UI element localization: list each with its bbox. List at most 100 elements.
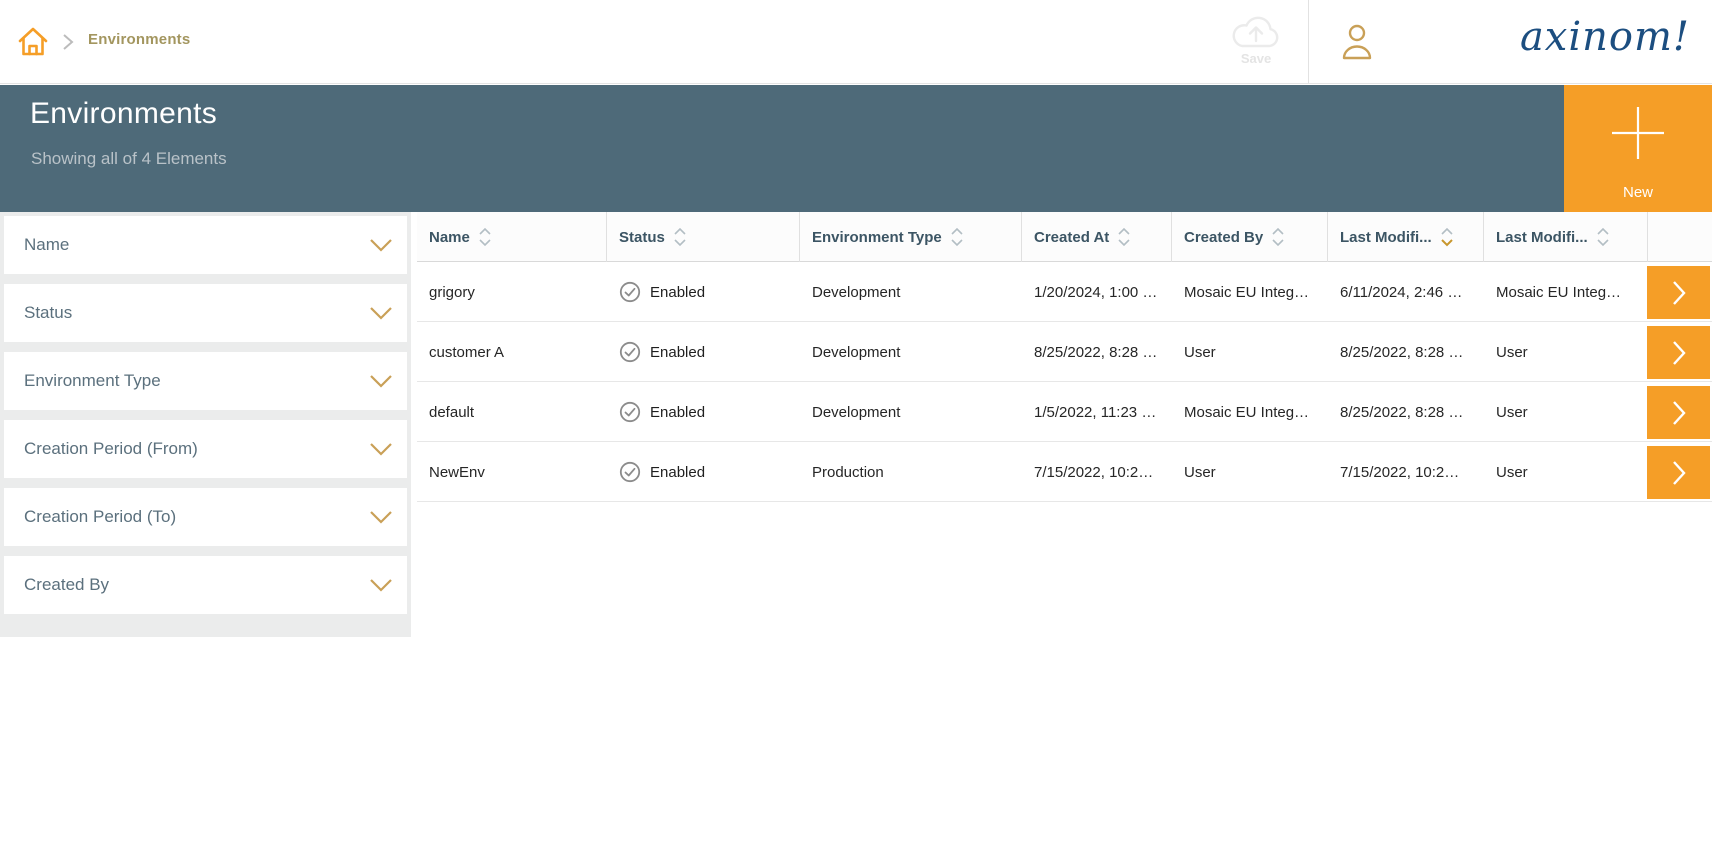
cell-status: Enabled [619,382,795,442]
sort-carets-icon [673,226,687,248]
cell-environment-type: Development [812,322,1016,382]
new-button[interactable]: New [1564,85,1712,213]
chevron-down-icon [369,578,393,592]
sort-carets-icon [1440,226,1454,248]
table-row: grigory Enabled Development 1/20/2024, 1… [417,262,1712,322]
cell-name: default [429,382,601,442]
filter-card-environment-type[interactable]: Environment Type [4,352,407,410]
chevron-down-icon [369,306,393,320]
breadcrumb-current[interactable]: Environments [88,31,190,48]
column-header-created-by[interactable]: Created By [1172,212,1328,262]
column-header-created-at[interactable]: Created At [1022,212,1172,262]
home-icon [16,25,50,59]
cell-created-at: 7/15/2022, 10:2… [1034,442,1170,502]
filter-card-creation-period-from[interactable]: Creation Period (From) [4,420,407,478]
column-header-name[interactable]: Name [417,212,607,262]
plus-icon [1606,101,1670,165]
axinom-logo: axinom! [1500,14,1690,60]
table-row: default Enabled Development 1/5/2022, 11… [417,382,1712,442]
top-bar: Environments Save axinom! [0,0,1712,84]
filter-sidebar: Name Status Environment Type Creation Pe… [0,212,411,637]
chevron-right-icon [1671,459,1687,487]
table-row: customer A Enabled Development 8/25/2022… [417,322,1712,382]
cell-last-modified-by: Mosaic EU Integ… [1496,262,1644,322]
filter-label: Created By [24,575,109,595]
column-header-last-modified-by[interactable]: Last Modifi... [1484,212,1647,262]
cell-name: customer A [429,322,601,382]
column-header-actions [1647,212,1712,262]
column-label: Name [429,229,470,246]
status-text: Enabled [650,404,705,421]
user-icon [1336,21,1378,63]
user-menu-button[interactable] [1336,21,1378,63]
sort-carets-icon [950,226,964,248]
filter-label: Name [24,235,69,255]
chevron-right-icon [1671,339,1687,367]
sort-carets-icon [1596,226,1610,248]
cloud-upload-icon [1220,13,1292,53]
row-open-button[interactable] [1647,446,1710,499]
home-button[interactable] [16,25,50,59]
table-row: NewEnv Enabled Production 7/15/2022, 10:… [417,442,1712,502]
row-open-button[interactable] [1647,266,1710,319]
cell-created-by: Mosaic EU Integ… [1184,262,1326,322]
filter-label: Environment Type [24,371,161,391]
page-header-band: Environments Showing all of 4 Elements [0,85,1712,212]
cell-status: Enabled [619,442,795,502]
cell-created-by: User [1184,322,1326,382]
new-button-label: New [1564,184,1712,201]
row-open-button[interactable] [1647,386,1710,439]
check-circle-icon [619,281,641,303]
filter-label: Status [24,303,72,323]
page-title: Environments [30,97,217,131]
cell-created-at: 1/5/2022, 11:23 … [1034,382,1170,442]
cell-last-modified-at: 6/11/2024, 2:46 … [1340,262,1482,322]
cell-name: NewEnv [429,442,601,502]
cell-status: Enabled [619,322,795,382]
chevron-down-icon [369,510,393,524]
filter-card-created-by[interactable]: Created By [4,556,407,614]
filter-card-name[interactable]: Name [4,216,407,274]
cell-environment-type: Development [812,382,1016,442]
table-body: grigory Enabled Development 1/20/2024, 1… [417,262,1712,502]
column-label: Created By [1184,229,1263,246]
cell-created-at: 1/20/2024, 1:00 … [1034,262,1170,322]
cell-last-modified-by: User [1496,442,1644,502]
chevron-down-icon [369,374,393,388]
cell-created-by: Mosaic EU Integ… [1184,382,1326,442]
column-label: Status [619,229,665,246]
row-open-button[interactable] [1647,326,1710,379]
filter-card-partial[interactable] [4,836,407,849]
cell-created-at: 8/25/2022, 8:28 … [1034,322,1170,382]
column-header-last-modified-at[interactable]: Last Modifi... [1328,212,1484,262]
cell-last-modified-at: 8/25/2022, 8:28 … [1340,382,1482,442]
save-button[interactable]: Save [1220,13,1292,73]
column-header-environment-type[interactable]: Environment Type [800,212,1022,262]
table-header-row: Name Status Environment Type Created At … [417,212,1712,262]
cell-last-modified-by: User [1496,382,1644,442]
sort-carets-icon [1271,226,1285,248]
check-circle-icon [619,461,641,483]
environments-table: Name Status Environment Type Created At … [417,212,1712,637]
results-count: Showing all of 4 Elements [31,149,227,169]
cell-last-modified-by: User [1496,322,1644,382]
cell-environment-type: Development [812,262,1016,322]
cell-last-modified-at: 7/15/2022, 10:2… [1340,442,1482,502]
status-text: Enabled [650,284,705,301]
topbar-divider [1308,0,1309,84]
cell-created-by: User [1184,442,1326,502]
column-label: Environment Type [812,229,942,246]
cell-status: Enabled [619,262,795,322]
chevron-right-icon [1671,279,1687,307]
column-header-status[interactable]: Status [607,212,800,262]
column-label: Created At [1034,229,1109,246]
status-text: Enabled [650,344,705,361]
column-label: Last Modifi... [1340,229,1432,246]
chevron-right-icon [1671,399,1687,427]
check-circle-icon [619,401,641,423]
filter-label: Creation Period (To) [24,507,176,527]
save-button-label: Save [1220,51,1292,66]
chevron-down-icon [369,238,393,252]
filter-card-status[interactable]: Status [4,284,407,342]
filter-card-creation-period-to[interactable]: Creation Period (To) [4,488,407,546]
